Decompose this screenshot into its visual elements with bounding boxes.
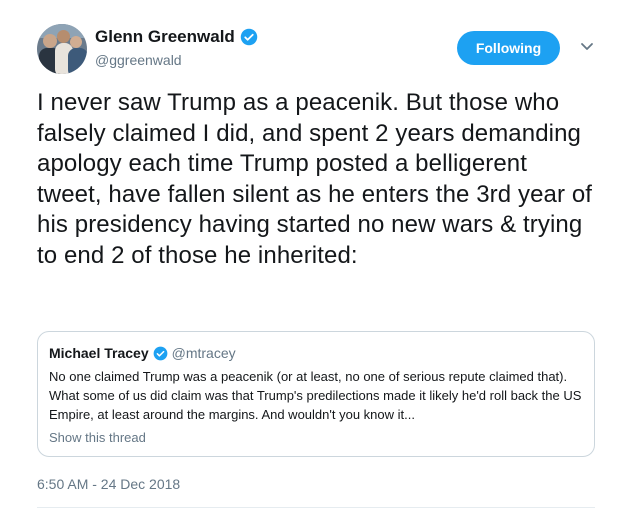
author-name-row[interactable]: Glenn Greenwald (95, 27, 258, 47)
show-thread-link[interactable]: Show this thread (49, 430, 146, 445)
verified-badge-icon (153, 346, 167, 360)
following-button[interactable]: Following (457, 31, 560, 65)
author-handle[interactable]: @ggreenwald (95, 52, 182, 68)
chevron-down-icon[interactable] (580, 42, 594, 52)
quoted-author-name: Michael Tracey (49, 345, 149, 361)
tweet-timestamp[interactable]: 6:50 AM - 24 Dec 2018 (37, 476, 180, 492)
verified-badge-icon (240, 28, 258, 46)
author-name[interactable]: Glenn Greenwald (95, 27, 235, 47)
quoted-tweet[interactable]: Michael Tracey @mtracey No one claimed T… (37, 331, 595, 457)
avatar[interactable] (37, 24, 87, 74)
quoted-tweet-header: Michael Tracey @mtracey (49, 345, 236, 361)
quoted-author-handle: @mtracey (171, 345, 236, 361)
divider (37, 507, 595, 508)
quoted-tweet-text: No one claimed Trump was a peacenik (or … (49, 369, 582, 422)
tweet-text: I never saw Trump as a peacenik. But tho… (37, 89, 593, 269)
